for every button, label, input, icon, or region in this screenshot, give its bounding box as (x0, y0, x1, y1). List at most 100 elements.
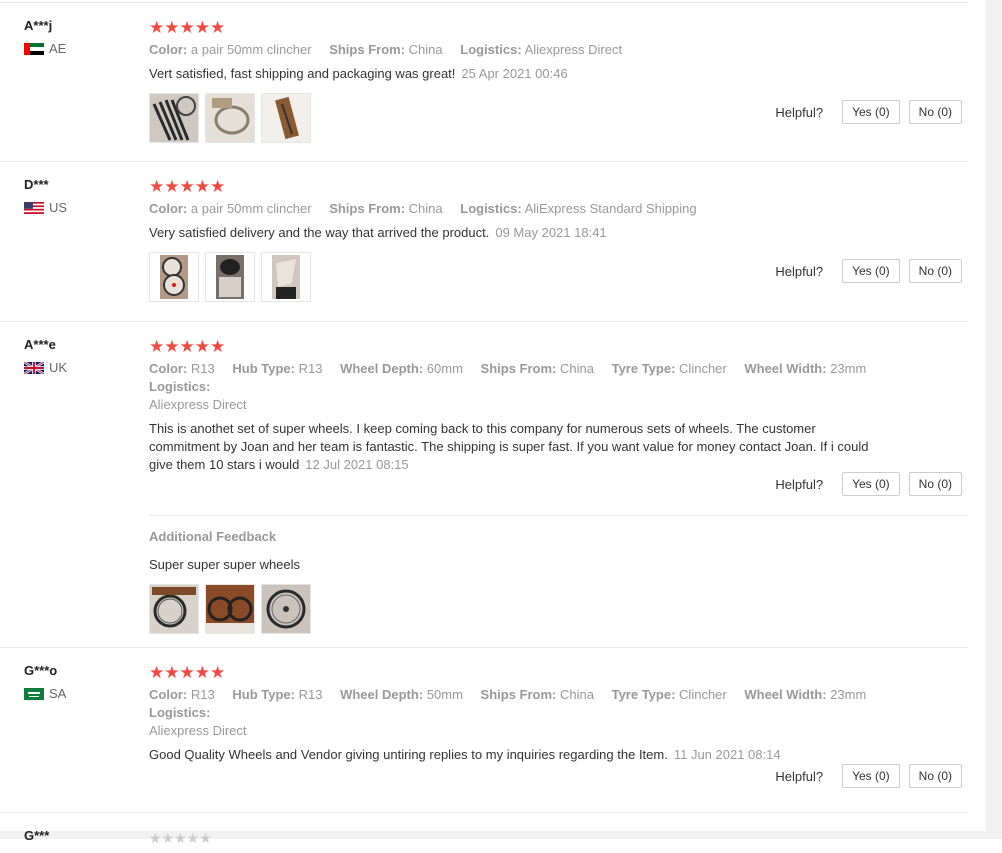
review-content: ★★★★★ (149, 813, 968, 847)
reviewer-info: G***o SA (24, 662, 134, 702)
helpful-yes-button[interactable]: Yes (0) (842, 472, 900, 496)
reviewer-name: G*** (24, 828, 50, 843)
prop-value: AliExpress Standard Shipping (524, 201, 697, 216)
prop-key: Ships From: (329, 201, 406, 216)
flag-us-icon (24, 202, 44, 214)
prop-key: Color: (149, 201, 188, 216)
feedback-list: A***j AE ★★★★★ Color: a pair 50mm clinch… (0, 0, 986, 853)
prop-key: Ships From: (480, 361, 557, 376)
additional-feedback: Additional Feedback Super super super wh… (149, 515, 968, 648)
prop-value: China (560, 361, 594, 376)
prop-value: R13 (190, 361, 215, 376)
review-photo-thumbnail[interactable] (261, 252, 311, 302)
star-rating: ★★★★★ (149, 830, 212, 846)
review-photo-thumbnail[interactable] (149, 93, 199, 143)
review-item: G***o SA ★★★★★ Color: R13 Hub Type: R13 … (0, 647, 968, 812)
review-item: D*** US ★★★★★ Color: a pair 50mm clinche… (0, 161, 968, 321)
helpful-yes-button[interactable]: Yes (0) (842, 764, 900, 788)
prop-key: Color: (149, 361, 188, 376)
review-text: This is anothet set of super wheels. I k… (149, 420, 879, 474)
review-date: 11 Jun 2021 08:14 (673, 747, 781, 762)
review-item: A***j AE ★★★★★ Color: a pair 50mm clinch… (0, 2, 968, 161)
prop-value: R13 (298, 687, 323, 702)
country-code: US (49, 200, 68, 215)
prop-value: 60mm (426, 361, 463, 376)
helpful-no-button[interactable]: No (0) (908, 259, 962, 283)
helpful-no-button[interactable]: No (0) (908, 764, 962, 788)
review-date: 25 Apr 2021 00:46 (461, 66, 568, 81)
scrollbar-track[interactable] (986, 0, 1002, 839)
review-props: Color: a pair 50mm clincher Ships From: … (149, 41, 929, 59)
review-photo-thumbnail[interactable] (205, 93, 255, 143)
helpful-votes: Helpful? Yes (0) No (0) (775, 764, 962, 788)
helpful-no-button[interactable]: No (0) (908, 472, 962, 496)
review-date: 12 Jul 2021 08:15 (305, 457, 409, 472)
review-props: Color: a pair 50mm clincher Ships From: … (149, 200, 929, 218)
star-rating: ★★★★★ (149, 663, 226, 682)
helpful-yes-button[interactable]: Yes (0) (842, 100, 900, 124)
prop-key: Color: (149, 42, 188, 57)
prop-value: a pair 50mm clincher (190, 42, 312, 57)
review-body: Very satisfied delivery and the way that… (149, 225, 490, 240)
prop-value: 23mm (830, 687, 867, 702)
helpful-no-button[interactable]: No (0) (908, 100, 962, 124)
reviewer-info: A***e UK (24, 336, 134, 376)
reviewer-info: G*** (24, 827, 134, 845)
review-photo-thumbnail[interactable] (205, 584, 255, 634)
prop-value: R13 (190, 687, 215, 702)
reviewer-info: D*** US (24, 176, 134, 216)
review-body: Vert satisfied, fast shipping and packag… (149, 66, 456, 81)
review-photo-thumbnail[interactable] (261, 584, 311, 634)
review-photo-thumbnail[interactable] (261, 93, 311, 143)
prop-value: Aliexpress Direct (149, 397, 247, 412)
helpful-label: Helpful? (775, 476, 824, 492)
flag-ae-icon (24, 43, 44, 55)
prop-value: Aliexpress Direct (149, 723, 247, 738)
review-text: Good Quality Wheels and Vendor giving un… (149, 746, 879, 764)
prop-key: Wheel Width: (744, 687, 827, 702)
country-code: UK (49, 360, 68, 375)
prop-value: Clincher (679, 687, 727, 702)
prop-key: Tyre Type: (611, 361, 676, 376)
review-text: Very satisfied delivery and the way that… (149, 224, 879, 242)
prop-value: 23mm (830, 361, 867, 376)
review-photo-thumbnail[interactable] (205, 252, 255, 302)
reviewer-country: SA (24, 686, 134, 702)
helpful-label: Helpful? (775, 768, 824, 784)
prop-value: China (408, 42, 443, 57)
prop-key: Hub Type: (232, 687, 295, 702)
reviewer-country: UK (24, 360, 134, 376)
helpful-yes-button[interactable]: Yes (0) (842, 259, 900, 283)
helpful-votes: Helpful? Yes (0) No (0) (775, 259, 962, 283)
prop-key: Logistics: (149, 379, 211, 394)
prop-value: China (408, 201, 443, 216)
flag-uk-icon (24, 362, 44, 374)
prop-value: Aliexpress Direct (524, 42, 623, 57)
review-body: Good Quality Wheels and Vendor giving un… (149, 747, 668, 762)
star-rating: ★★★★★ (149, 337, 226, 356)
reviewer-info: A***j AE (24, 17, 134, 57)
prop-key: Ships From: (480, 687, 557, 702)
prop-value: 50mm (426, 687, 463, 702)
prop-value: a pair 50mm clincher (190, 201, 312, 216)
prop-key: Color: (149, 687, 188, 702)
review-item: G*** ★★★★★ (0, 812, 968, 853)
additional-feedback-title: Additional Feedback (149, 529, 277, 544)
prop-key: Logistics: (149, 705, 211, 720)
prop-key: Hub Type: (232, 361, 295, 376)
reviewer-country: US (24, 200, 134, 216)
country-code: SA (49, 686, 67, 701)
additional-photos (149, 584, 968, 634)
prop-key: Wheel Width: (744, 361, 827, 376)
review-photo-thumbnail[interactable] (149, 252, 199, 302)
reviewer-name: A***e (24, 337, 56, 352)
flag-sa-icon (24, 688, 44, 700)
reviewer-country: AE (24, 41, 134, 57)
prop-key: Wheel Depth: (340, 687, 424, 702)
prop-key: Logistics: (460, 201, 522, 216)
star-rating: ★★★★★ (149, 177, 226, 196)
prop-value: China (560, 687, 594, 702)
prop-key: Ships From: (329, 42, 406, 57)
review-photo-thumbnail[interactable] (149, 584, 199, 634)
prop-value: R13 (298, 361, 323, 376)
